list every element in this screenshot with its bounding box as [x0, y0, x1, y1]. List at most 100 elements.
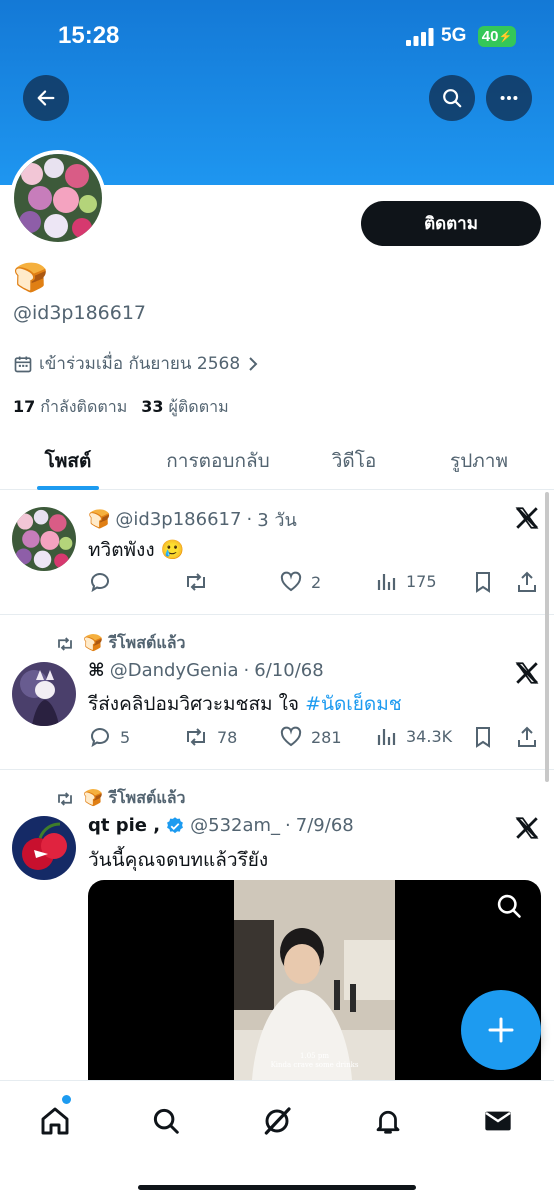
post-actions: 5 78 281 34.3K — [88, 725, 542, 751]
nav-notifications[interactable] — [368, 1101, 408, 1141]
flowers-avatar-image — [14, 154, 102, 242]
post-author-name[interactable]: ⌘ — [88, 660, 105, 681]
tab-replies[interactable]: การตอบกลับ — [166, 446, 269, 476]
video-thumbnail: 1.05 pm Kinda crave some drinks — [234, 880, 395, 1080]
bell-icon — [376, 1110, 400, 1134]
calendar-icon — [14, 356, 32, 372]
repost-small-icon — [58, 636, 72, 651]
repost-icon — [187, 573, 205, 591]
bottom-navigation — [0, 1080, 554, 1200]
home-indicator — [138, 1185, 416, 1190]
battery-indicator: 40 ⚡ — [478, 26, 516, 47]
nav-explore[interactable] — [146, 1101, 186, 1141]
views-button[interactable]: 175 — [376, 570, 437, 592]
view-count: 175 — [406, 571, 437, 591]
joined-date: เข้าร่วมเมื่อ กันยายน 2568 — [39, 354, 241, 374]
separator-dot: · — [243, 660, 250, 681]
search-button[interactable] — [429, 75, 475, 121]
post-time: 7/9/68 — [295, 815, 354, 836]
profile-tabs: โพสต์ การตอบกลับ วิดีโอ รูปภาพ — [0, 430, 554, 490]
status-bar: 15:28 5G 40 ⚡ — [0, 0, 554, 70]
reply-button[interactable] — [88, 570, 112, 594]
nav-home[interactable] — [35, 1101, 75, 1141]
post-body: รีส่งคลิปอมวิศวะมชสม ใจ — [88, 693, 306, 715]
like-count: 2 — [311, 572, 322, 592]
character-avatar-image — [12, 662, 76, 726]
video-caption-text: Kinda crave some drinks — [270, 1061, 359, 1069]
following-link[interactable]: 17 กำลังติดตาม — [13, 395, 127, 420]
reply-button[interactable]: 5 — [88, 725, 130, 749]
separator-dot: · — [285, 815, 291, 836]
post-item[interactable]: 🍞 @id3p186617 · 3 วัน ทวิตพังง 🥲 2 175 — [0, 491, 554, 615]
charging-icon: ⚡ — [498, 31, 513, 43]
views-chart-icon — [377, 574, 396, 590]
tab-posts[interactable]: โพสต์ — [45, 446, 92, 476]
post-author-handle[interactable]: @id3p186617 — [115, 509, 241, 530]
repost-small-icon — [58, 791, 72, 806]
more-options-button[interactable] — [486, 75, 532, 121]
x-logo-icon — [515, 817, 539, 839]
like-button[interactable]: 2 — [279, 570, 321, 594]
tab-photos[interactable]: รูปภาพ — [450, 446, 508, 476]
post-item[interactable]: 🍞 รีโพสต์แล้ว ⌘ @DandyGenia · 6/10/68 รี… — [0, 615, 554, 770]
view-count: 34.3K — [406, 726, 453, 746]
following-count: 17 — [13, 397, 36, 416]
follow-button[interactable]: ติดตาม — [361, 201, 541, 246]
repost-button[interactable]: 78 — [183, 725, 237, 749]
post-text: วันนี้คุณจดบทแล้วรึยัง — [88, 849, 269, 871]
scrollbar[interactable] — [545, 492, 549, 782]
post-actions: 2 175 — [88, 570, 542, 596]
bookmark-button[interactable] — [472, 725, 494, 749]
followers-link[interactable]: 33 ผู้ติดตาม — [141, 395, 228, 420]
mail-icon — [485, 1111, 511, 1131]
share-button[interactable] — [516, 570, 538, 594]
share-button[interactable] — [516, 725, 538, 749]
post-author-name[interactable]: 🍞 — [88, 509, 110, 530]
heart-icon — [280, 571, 302, 592]
hashtag-link[interactable]: #นัดเย็ดมช — [305, 693, 402, 715]
post-author-handle[interactable]: @DandyGenia — [110, 660, 239, 681]
post-header: ⌘ @DandyGenia · 6/10/68 — [88, 660, 324, 681]
nav-grok[interactable] — [257, 1101, 297, 1141]
post-author-handle[interactable]: @532am_ — [190, 815, 280, 836]
home-icon — [41, 1107, 69, 1135]
like-count: 281 — [311, 727, 342, 747]
views-button[interactable]: 34.3K — [376, 725, 452, 747]
joined-date-row[interactable]: เข้าร่วมเมื่อ กันยายน 2568 — [13, 350, 260, 377]
followers-label: ผู้ติดตาม — [168, 397, 229, 416]
bookmark-button[interactable] — [472, 570, 494, 594]
repost-indicator: 🍞 รีโพสต์แล้ว — [55, 786, 185, 811]
back-button[interactable] — [23, 75, 69, 121]
tab-videos[interactable]: วิดีโอ — [332, 446, 377, 476]
video-caption-time: 1.05 pm — [300, 1052, 329, 1060]
post-header: 🍞 @id3p186617 · 3 วัน — [88, 505, 297, 534]
post-avatar[interactable] — [12, 507, 76, 571]
video-caption: 1.05 pm Kinda crave some drinks — [234, 1052, 395, 1070]
reply-icon — [91, 728, 109, 748]
compose-button[interactable] — [461, 990, 541, 1070]
post-avatar[interactable] — [12, 816, 76, 880]
repost-indicator: 🍞 รีโพสต์แล้ว — [55, 631, 185, 656]
post-text: รีส่งคลิปอมวิศวะมชสม ใจ #นัดเย็ดมช — [88, 689, 402, 719]
like-button[interactable]: 281 — [279, 725, 342, 749]
reply-icon — [91, 573, 109, 593]
profile-avatar[interactable] — [10, 150, 106, 246]
x-logo-icon — [515, 507, 539, 529]
notification-dot — [62, 1095, 71, 1104]
active-tab-indicator — [37, 486, 99, 490]
network-label: 5G — [441, 25, 467, 46]
post-time: 6/10/68 — [254, 660, 324, 681]
post-author-name[interactable]: qt pie , — [88, 815, 160, 836]
display-name: 🍞 — [13, 261, 48, 294]
nav-messages[interactable] — [478, 1101, 518, 1141]
post-avatar[interactable] — [12, 662, 76, 726]
plus-icon — [488, 1017, 514, 1043]
back-arrow-icon — [37, 90, 55, 106]
post-text: ทวิตพังง 🥲 — [88, 539, 185, 561]
zoom-search-icon[interactable] — [495, 892, 523, 920]
verified-badge-icon — [167, 816, 184, 833]
separator-dot: · — [246, 509, 253, 530]
cherry-avatar-image — [12, 816, 76, 880]
profile-handle: @id3p186617 — [13, 302, 147, 324]
repost-button[interactable] — [183, 570, 209, 594]
